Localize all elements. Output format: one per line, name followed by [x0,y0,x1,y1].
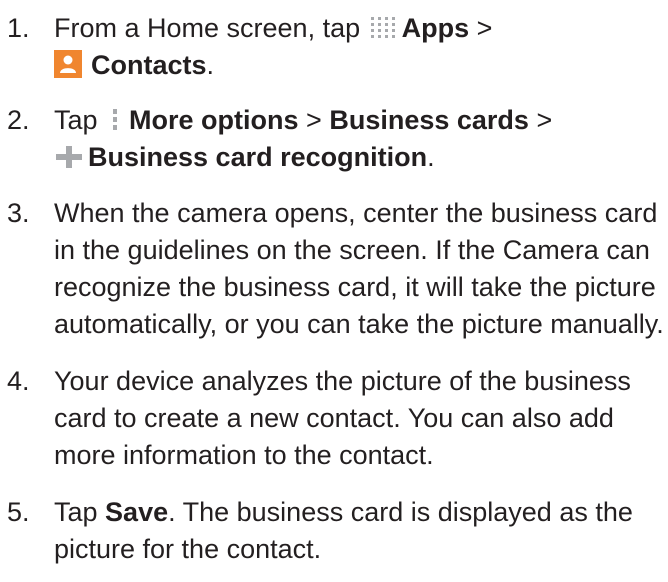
separator: > [298,105,330,135]
more-options-label: More options [129,105,299,135]
step-text: Your device analyzes the picture of the … [54,366,631,470]
step-text: When the camera opens, center the busine… [54,198,664,339]
period: . [427,142,435,172]
period: . [206,50,215,80]
step-5: 5. Tap Save. The business card is displa… [0,494,668,568]
step-number: 2. [7,105,30,135]
step-number: 1. [7,13,30,43]
step-text: Tap [54,105,106,135]
business-card-recognition-label: Business card recognition [88,142,428,172]
instruction-steps: 1. From a Home screen, tap Apps > Contac… [0,0,668,568]
separator: > [528,105,553,135]
plus-icon [56,146,82,168]
step-number: 4. [7,366,30,396]
business-cards-label: Business cards [329,105,529,135]
step-3: 3. When the camera opens, center the bus… [0,195,668,343]
step-2: 2. Tap More options > Business cards > B… [0,102,668,176]
step-text: From a Home screen, tap [54,13,368,43]
step-4: 4. Your device analyzes the picture of t… [0,363,668,474]
separator: > [469,13,493,43]
step-text: Tap [54,497,106,527]
save-label: Save [105,497,169,527]
step-1: 1. From a Home screen, tap Apps > Contac… [0,0,668,84]
apps-grid-icon [370,17,395,38]
step-number: 5. [7,497,30,527]
contacts-label: Contacts [91,50,207,80]
more-options-icon [113,109,118,130]
contacts-icon [54,50,82,78]
step-number: 3. [7,198,30,228]
apps-label: Apps [401,13,470,43]
